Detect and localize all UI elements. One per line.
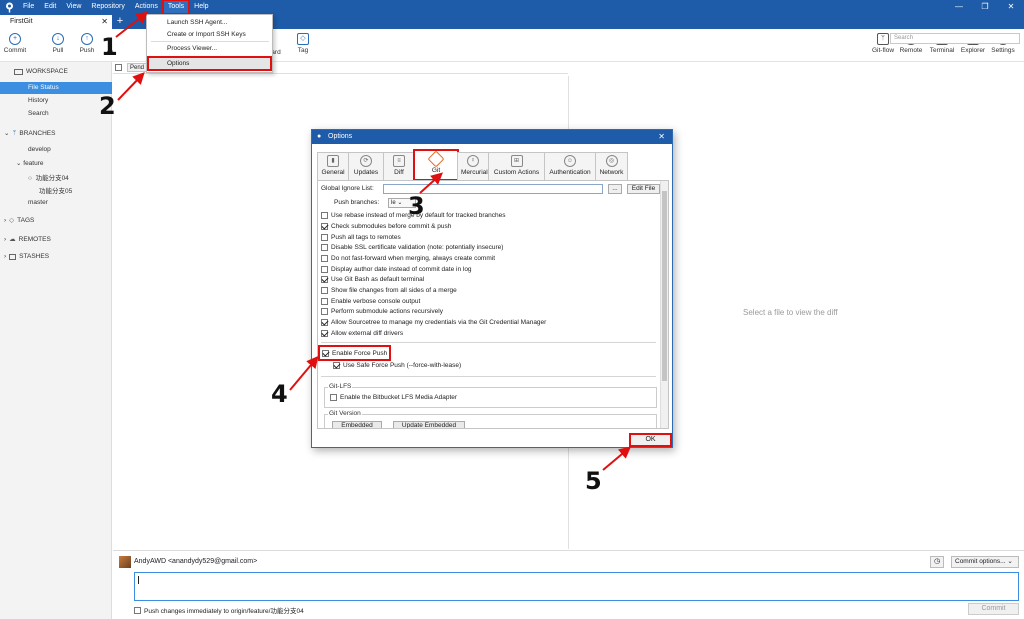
- arrow-step-4: [289, 355, 319, 391]
- annotation-arrows: [115, 11, 632, 471]
- arrow-step-3: [419, 172, 443, 194]
- step-2-label: 2: [99, 92, 116, 120]
- arrow-step-5: [602, 446, 632, 471]
- step-4-label: 4: [271, 380, 288, 408]
- arrow-step-1: [115, 11, 149, 38]
- step-1-label: 1: [101, 33, 118, 61]
- step-5-label: 5: [585, 467, 602, 495]
- step-3-label: 3: [408, 192, 425, 220]
- arrow-step-2: [117, 72, 145, 101]
